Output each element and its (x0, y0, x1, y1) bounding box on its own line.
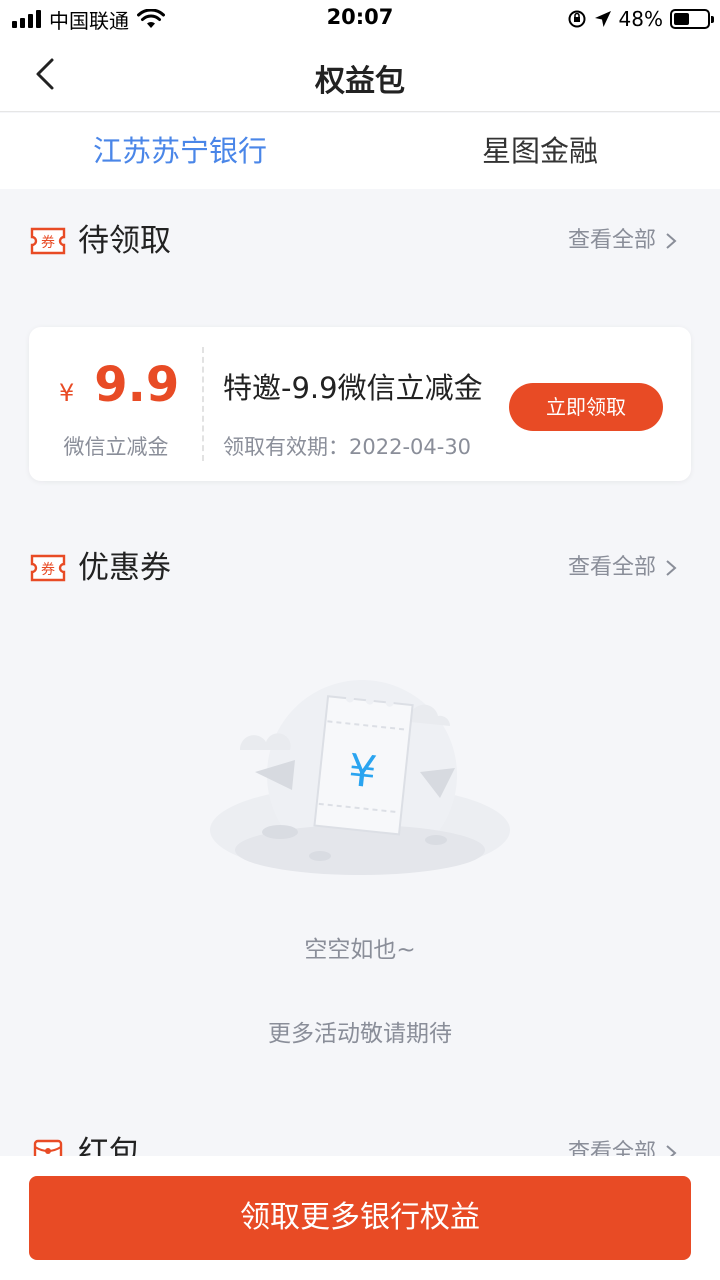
coupons-section-title: 优惠券 (78, 550, 171, 586)
empty-ticket-illustration: ¥ (210, 680, 510, 875)
view-all-label: 查看全部 (567, 555, 656, 580)
tab-xingtu-finance[interactable]: 星图金融 (360, 113, 720, 189)
card-amount-block: ¥ 9.9 微信立减金 (29, 327, 203, 481)
page: 中国联通 20:07 48% 权益包 江苏苏宁银行 星图金融 券 待领取 查看全… (0, 0, 720, 1280)
page-title: 权益包 (315, 64, 405, 99)
pending-coupon-card[interactable]: ¥ 9.9 微信立减金 特邀-9.9微信立减金 领取有效期：2022-04-30… (29, 327, 691, 481)
status-right: 48% (567, 6, 714, 32)
coupon-icon: 券 (30, 227, 66, 255)
chevron-right-icon (666, 233, 677, 249)
chevron-right-icon (666, 560, 677, 576)
empty-title: 空空如也~ (304, 937, 416, 963)
bottom-bar: 领取更多银行权益 (0, 1156, 720, 1280)
coupon-amount: 9.9 (94, 357, 180, 413)
claim-more-benefits-button[interactable]: 领取更多银行权益 (29, 1176, 691, 1260)
claim-now-button[interactable]: 立即领取 (509, 383, 663, 431)
svg-text:¥: ¥ (346, 745, 379, 799)
view-all-label: 查看全部 (567, 228, 656, 253)
currency-symbol: ¥ (59, 379, 75, 407)
coupon-title: 特邀-9.9微信立减金 (223, 371, 483, 405)
svg-text:券: 券 (41, 235, 55, 251)
tab-suning-bank[interactable]: 江苏苏宁银行 (0, 113, 360, 189)
status-bar: 中国联通 20:07 48% (0, 0, 720, 38)
coupons-view-all-link[interactable]: 查看全部 (568, 548, 678, 588)
battery-icon (670, 9, 714, 29)
coupon-type-label: 微信立减金 (63, 435, 169, 459)
card-divider (202, 347, 204, 461)
coupon-icon: 券 (30, 554, 66, 582)
nav-bar: 权益包 (0, 38, 720, 112)
pending-view-all-link[interactable]: 查看全部 (568, 221, 678, 261)
pending-section-title: 待领取 (78, 223, 171, 259)
coupons-section-header: 券 优惠券 查看全部 (30, 548, 690, 588)
coupon-validity: 领取有效期：2022-04-30 (223, 435, 472, 459)
location-arrow-icon (594, 11, 611, 27)
bank-tabs: 江苏苏宁银行 星图金融 (0, 113, 720, 189)
pending-section-header: 券 待领取 查看全部 (30, 221, 690, 261)
battery-percent: 48% (618, 7, 663, 31)
amount-row: ¥ 9.9 (59, 357, 179, 413)
rotation-lock-icon (568, 10, 586, 28)
empty-subtitle: 更多活动敬请期待 (268, 1021, 452, 1047)
svg-text:券: 券 (41, 562, 55, 578)
